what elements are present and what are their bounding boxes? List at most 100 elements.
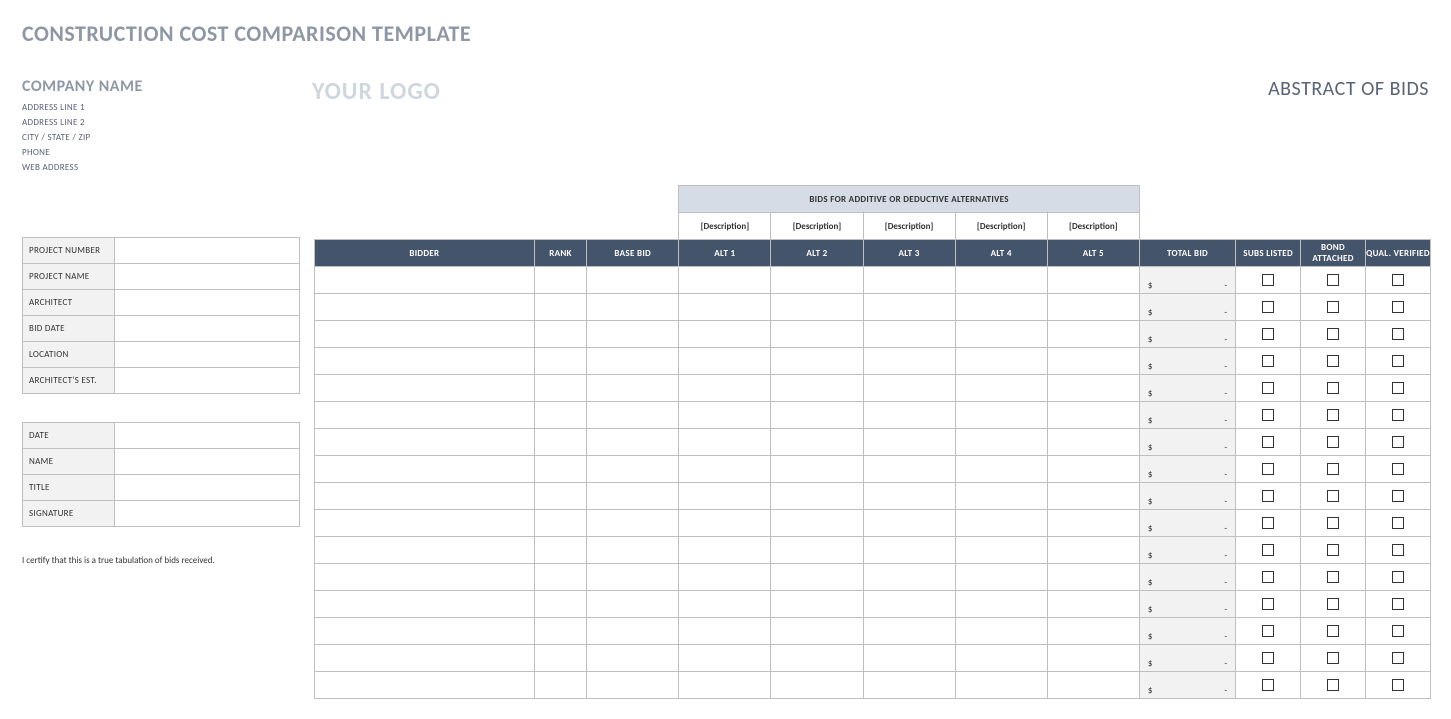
- subs-listed-checkbox[interactable]: [1262, 625, 1274, 637]
- alt-cell[interactable]: [1047, 348, 1139, 375]
- base-bid-cell[interactable]: [587, 402, 679, 429]
- alt-cell[interactable]: [679, 456, 771, 483]
- bond-attached-checkbox[interactable]: [1327, 409, 1339, 421]
- rank-cell[interactable]: [534, 510, 586, 537]
- alt-cell[interactable]: [771, 402, 863, 429]
- subs-listed-checkbox[interactable]: [1262, 490, 1274, 502]
- alt-cell[interactable]: [955, 672, 1047, 699]
- alt-cell[interactable]: [955, 483, 1047, 510]
- rank-cell[interactable]: [534, 483, 586, 510]
- bidder-cell[interactable]: [315, 348, 535, 375]
- bidder-cell[interactable]: [315, 321, 535, 348]
- base-bid-cell[interactable]: [587, 321, 679, 348]
- project-info-value[interactable]: [115, 368, 300, 394]
- signature-info-value[interactable]: [115, 449, 300, 475]
- bidder-cell[interactable]: [315, 537, 535, 564]
- alt-4-description[interactable]: [Description]: [955, 213, 1047, 240]
- alt-cell[interactable]: [771, 321, 863, 348]
- qual-verified-checkbox[interactable]: [1392, 652, 1404, 664]
- project-info-value[interactable]: [115, 238, 300, 264]
- alt-cell[interactable]: [1047, 537, 1139, 564]
- alt-cell[interactable]: [771, 348, 863, 375]
- rank-cell[interactable]: [534, 591, 586, 618]
- rank-cell[interactable]: [534, 618, 586, 645]
- alt-cell[interactable]: [679, 510, 771, 537]
- bond-attached-checkbox[interactable]: [1327, 571, 1339, 583]
- bond-attached-checkbox[interactable]: [1327, 328, 1339, 340]
- base-bid-cell[interactable]: [587, 429, 679, 456]
- bond-attached-checkbox[interactable]: [1327, 625, 1339, 637]
- base-bid-cell[interactable]: [587, 672, 679, 699]
- rank-cell[interactable]: [534, 267, 586, 294]
- alt-cell[interactable]: [679, 591, 771, 618]
- alt-cell[interactable]: [955, 348, 1047, 375]
- alt-cell[interactable]: [679, 348, 771, 375]
- alt-cell[interactable]: [955, 591, 1047, 618]
- bond-attached-checkbox[interactable]: [1327, 274, 1339, 286]
- alt-cell[interactable]: [863, 348, 955, 375]
- alt-3-description[interactable]: [Description]: [863, 213, 955, 240]
- bidder-cell[interactable]: [315, 267, 535, 294]
- rank-cell[interactable]: [534, 321, 586, 348]
- subs-listed-checkbox[interactable]: [1262, 598, 1274, 610]
- qual-verified-checkbox[interactable]: [1392, 436, 1404, 448]
- base-bid-cell[interactable]: [587, 564, 679, 591]
- alt-cell[interactable]: [863, 564, 955, 591]
- alt-cell[interactable]: [771, 375, 863, 402]
- rank-cell[interactable]: [534, 348, 586, 375]
- alt-cell[interactable]: [679, 267, 771, 294]
- alt-cell[interactable]: [1047, 672, 1139, 699]
- subs-listed-checkbox[interactable]: [1262, 382, 1274, 394]
- alt-cell[interactable]: [863, 645, 955, 672]
- base-bid-cell[interactable]: [587, 618, 679, 645]
- bond-attached-checkbox[interactable]: [1327, 598, 1339, 610]
- alt-cell[interactable]: [1047, 321, 1139, 348]
- alt-cell[interactable]: [771, 294, 863, 321]
- alt-cell[interactable]: [955, 294, 1047, 321]
- alt-cell[interactable]: [955, 375, 1047, 402]
- alt-cell[interactable]: [1047, 375, 1139, 402]
- bidder-cell[interactable]: [315, 429, 535, 456]
- alt-cell[interactable]: [679, 402, 771, 429]
- base-bid-cell[interactable]: [587, 537, 679, 564]
- bidder-cell[interactable]: [315, 645, 535, 672]
- base-bid-cell[interactable]: [587, 294, 679, 321]
- base-bid-cell[interactable]: [587, 348, 679, 375]
- project-info-value[interactable]: [115, 264, 300, 290]
- qual-verified-checkbox[interactable]: [1392, 490, 1404, 502]
- alt-cell[interactable]: [679, 672, 771, 699]
- subs-listed-checkbox[interactable]: [1262, 544, 1274, 556]
- signature-info-value[interactable]: [115, 501, 300, 527]
- alt-cell[interactable]: [1047, 564, 1139, 591]
- alt-cell[interactable]: [771, 267, 863, 294]
- rank-cell[interactable]: [534, 645, 586, 672]
- alt-cell[interactable]: [863, 456, 955, 483]
- alt-cell[interactable]: [679, 429, 771, 456]
- bond-attached-checkbox[interactable]: [1327, 544, 1339, 556]
- alt-cell[interactable]: [679, 375, 771, 402]
- alt-cell[interactable]: [863, 672, 955, 699]
- subs-listed-checkbox[interactable]: [1262, 274, 1274, 286]
- bidder-cell[interactable]: [315, 591, 535, 618]
- alt-cell[interactable]: [863, 429, 955, 456]
- base-bid-cell[interactable]: [587, 375, 679, 402]
- bond-attached-checkbox[interactable]: [1327, 463, 1339, 475]
- alt-cell[interactable]: [1047, 618, 1139, 645]
- alt-cell[interactable]: [771, 456, 863, 483]
- subs-listed-checkbox[interactable]: [1262, 652, 1274, 664]
- alt-cell[interactable]: [771, 483, 863, 510]
- alt-cell[interactable]: [955, 402, 1047, 429]
- rank-cell[interactable]: [534, 294, 586, 321]
- alt-cell[interactable]: [863, 591, 955, 618]
- qual-verified-checkbox[interactable]: [1392, 517, 1404, 529]
- bond-attached-checkbox[interactable]: [1327, 490, 1339, 502]
- qual-verified-checkbox[interactable]: [1392, 409, 1404, 421]
- rank-cell[interactable]: [534, 537, 586, 564]
- rank-cell[interactable]: [534, 402, 586, 429]
- alt-cell[interactable]: [955, 645, 1047, 672]
- alt-cell[interactable]: [955, 618, 1047, 645]
- bidder-cell[interactable]: [315, 564, 535, 591]
- signature-info-value[interactable]: [115, 475, 300, 501]
- signature-info-value[interactable]: [115, 423, 300, 449]
- subs-listed-checkbox[interactable]: [1262, 517, 1274, 529]
